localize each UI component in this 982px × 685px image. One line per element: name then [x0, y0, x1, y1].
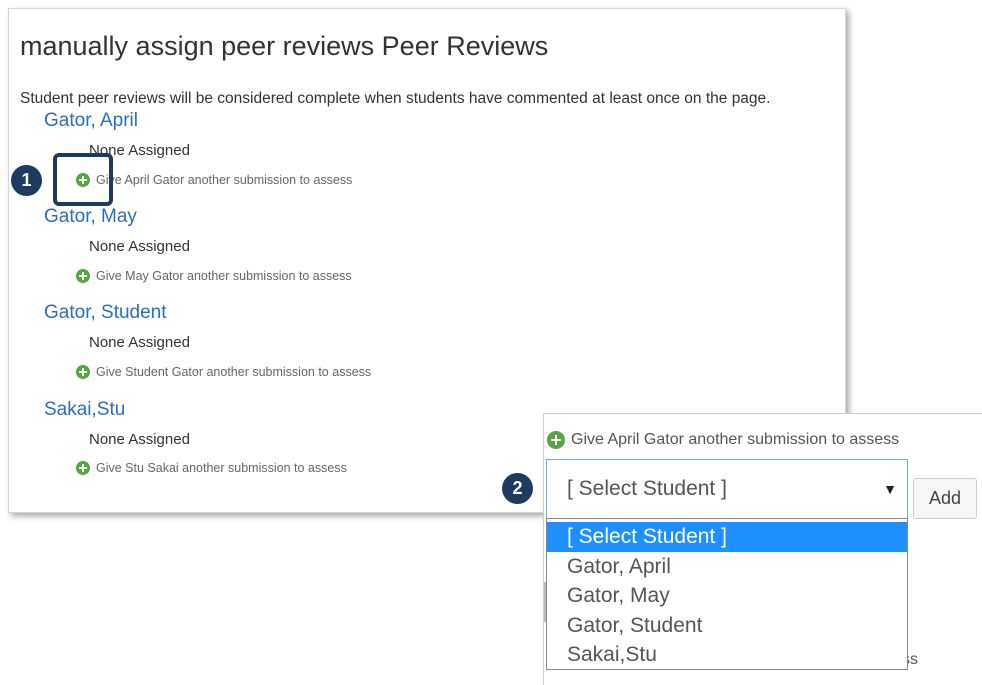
- give-submission-label: Give May Gator another submission to ass…: [96, 269, 352, 283]
- assigned-status: None Assigned: [89, 431, 190, 448]
- caret-down-icon: ▼: [883, 481, 897, 497]
- student-name-link[interactable]: Gator, April: [44, 110, 138, 132]
- page-title: manually assign peer reviews Peer Review…: [20, 31, 549, 61]
- student-select-value: [ Select Student ]: [567, 477, 727, 500]
- assigned-status: None Assigned: [89, 334, 190, 351]
- give-submission-label: Give Stu Sakai another submission to ass…: [96, 461, 347, 475]
- give-submission-link[interactable]: Give April Gator another submission to a…: [547, 431, 899, 449]
- dropdown-option[interactable]: Gator, Student: [547, 611, 907, 641]
- give-submission-link[interactable]: Give Stu Sakai another submission to ass…: [76, 461, 347, 475]
- student-name-link[interactable]: Gator, May: [44, 206, 137, 228]
- dropdown-option[interactable]: [ Select Student ]: [547, 522, 907, 552]
- give-submission-label: Give April Gator another submission to a…: [571, 431, 900, 448]
- give-submission-link[interactable]: Give April Gator another submission to a…: [76, 173, 352, 187]
- assigned-status: None Assigned: [89, 238, 190, 255]
- student-name-link[interactable]: Sakai,Stu: [44, 399, 125, 421]
- intro-text: Student peer reviews will be considered …: [20, 90, 771, 107]
- plus-circle-icon: [76, 461, 90, 475]
- add-button[interactable]: Add: [913, 478, 977, 519]
- give-submission-label: Give April Gator another submission to a…: [96, 173, 353, 187]
- plus-circle-icon: [76, 365, 90, 379]
- plus-circle-icon: [76, 269, 90, 283]
- student-name-link[interactable]: Gator, Student: [44, 302, 167, 324]
- plus-circle-icon: [547, 431, 565, 449]
- dropdown-option[interactable]: Sakai,Stu: [547, 640, 907, 670]
- callout-badge-2: 2: [502, 473, 533, 504]
- give-submission-link[interactable]: Give Student Gator another submission to…: [76, 365, 371, 379]
- callout-badge-1: 1: [11, 165, 42, 196]
- dropdown-option[interactable]: Gator, May: [547, 581, 907, 611]
- zoomed-assign-panel: Give April Gator another submission to a…: [543, 413, 982, 685]
- callout-highlight-box: [53, 153, 113, 206]
- student-select[interactable]: [ Select Student ] ▼: [546, 459, 908, 519]
- give-submission-link[interactable]: Give May Gator another submission to ass…: [76, 269, 352, 283]
- student-dropdown-list[interactable]: [ Select Student ] Gator, April Gator, M…: [546, 518, 908, 670]
- dropdown-option[interactable]: Gator, April: [547, 552, 907, 582]
- give-submission-label: Give Student Gator another submission to…: [96, 365, 372, 379]
